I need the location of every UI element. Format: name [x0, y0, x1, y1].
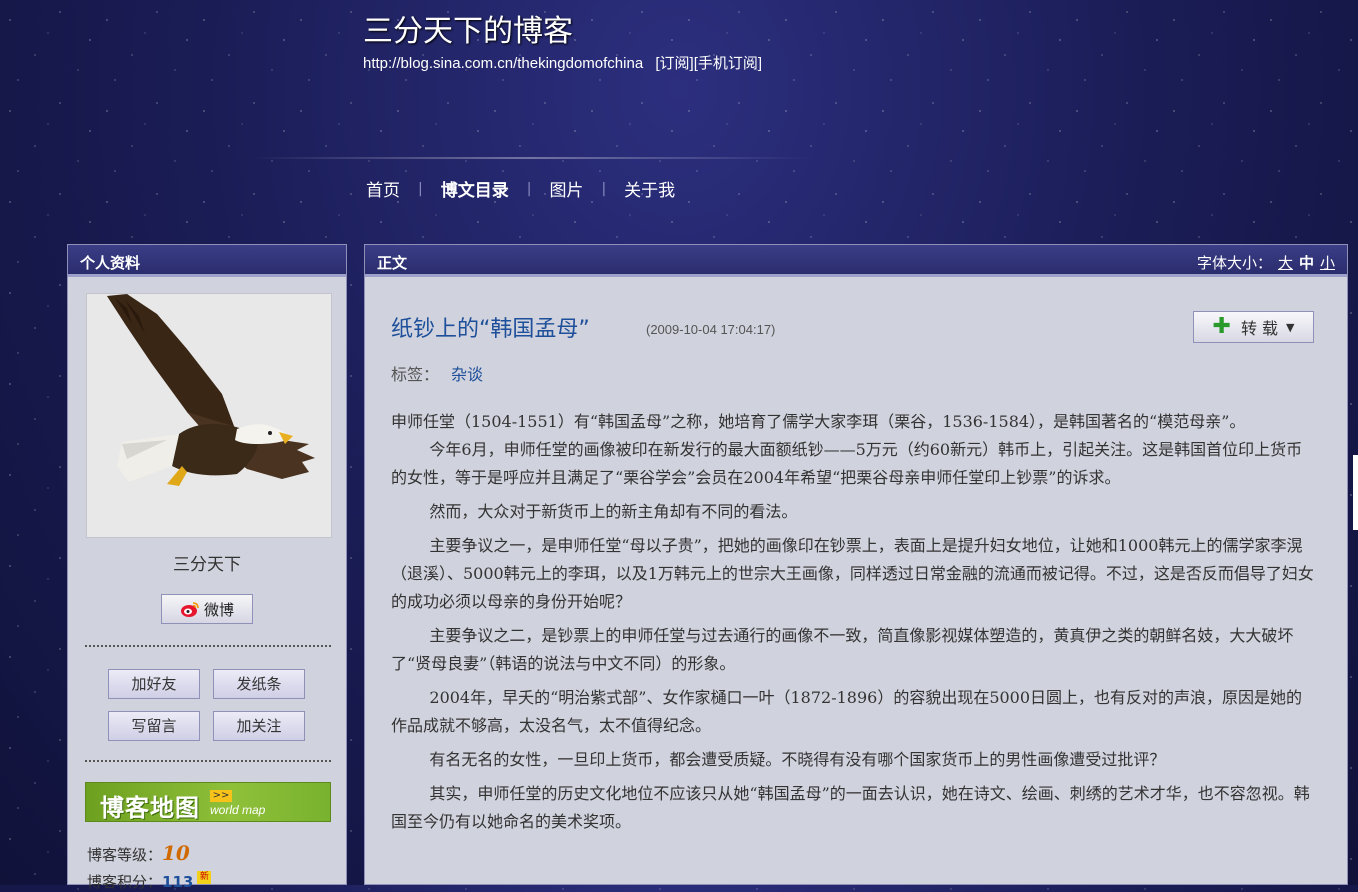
font-size-control: 字体大小： 大中小	[1197, 245, 1335, 281]
nav-item-photos[interactable]: 图片	[549, 176, 583, 201]
blog-url-line: http://blog.sina.com.cn/thekingdomofchin…	[363, 52, 762, 73]
blog-points-value: 113	[162, 873, 194, 891]
tags-label: 标签：	[391, 365, 440, 384]
nav-separator: |	[418, 180, 423, 197]
blog-map-arrow-icon: >>	[210, 790, 232, 802]
paragraph: 主要争议之一，是申师任堂“母以子贵”，把她的画像印在钞票上，表面上是提升妇女地位…	[391, 536, 1314, 611]
font-size-small[interactable]: 小	[1320, 254, 1335, 272]
article-date: (2009-10-04 17:04:17)	[646, 322, 776, 337]
nav-item-about-me[interactable]: 关于我	[624, 176, 675, 201]
tag-link[interactable]: 杂谈	[451, 365, 483, 384]
blog-level: 博客等级：10	[87, 841, 190, 865]
blog-level-label: 博客等级：	[87, 846, 163, 864]
plus-icon: ✚	[1212, 314, 1231, 339]
article-panel-title: 正文	[377, 254, 408, 272]
subscribe-link[interactable]: [订阅]	[655, 55, 693, 72]
repost-label: 转 载	[1240, 319, 1279, 338]
blog-map-subtitle: world map	[210, 803, 266, 817]
paragraph: 主要争议之二，是钞票上的申师任堂与过去通行的画像不一致，简直像影视媒体塑造的，黄…	[391, 626, 1294, 673]
article-panel-header: 正文 字体大小： 大中小	[365, 245, 1347, 277]
paragraph: 2004年，早夭的“明治紫式部”、女作家樋口一叶（1872-1896）的容貌出现…	[391, 688, 1303, 735]
blog-map-title: 博客地图	[100, 794, 200, 822]
weibo-button[interactable]: 微博	[161, 594, 253, 624]
follow-button[interactable]: 加关注	[213, 711, 305, 741]
nav-item-article-list[interactable]: 博文目录	[441, 176, 509, 201]
divider	[85, 645, 331, 647]
nav-separator: |	[601, 180, 607, 197]
page-scroll-marker[interactable]	[1353, 455, 1358, 530]
article-title: 纸钞上的“韩国孟母”	[391, 317, 590, 342]
weibo-icon	[180, 602, 199, 617]
weibo-label: 微博	[203, 600, 234, 619]
blog-points-label: 博客积分：	[87, 873, 163, 891]
paragraph: 有名无名的女性，一旦印上货币，都会遭受质疑。不晓得有没有哪个国家货币上的男性画像…	[429, 750, 1166, 769]
blog-level-value: 10	[162, 841, 190, 865]
blog-url-link[interactable]: http://blog.sina.com.cn/thekingdomofchin…	[363, 55, 643, 72]
avatar[interactable]	[86, 293, 332, 538]
blog-map-banner[interactable]: 博客地图 >> world map	[85, 782, 331, 822]
nav-divider-glow	[250, 157, 810, 159]
paragraph: 申师任堂（1504-1551）有“韩国孟母”之称，她培育了儒学大家李珥（栗谷，1…	[391, 412, 1246, 431]
font-size-label: 字体大小：	[1196, 254, 1272, 272]
blog-points: 博客积分：113 新	[87, 871, 212, 892]
paragraph: 其实，申师任堂的历史文化地位不应该只从她“韩国孟母”的一面去认识，她在诗文、绘画…	[391, 784, 1310, 831]
repost-button[interactable]: ✚ 转 载 ▼	[1193, 311, 1314, 343]
font-size-large[interactable]: 大	[1278, 254, 1293, 272]
nav-separator: |	[526, 180, 532, 197]
eagle-image	[87, 294, 331, 537]
profile-panel-title: 个人资料	[68, 245, 346, 277]
add-friend-button[interactable]: 加好友	[108, 669, 200, 699]
nav-item-home[interactable]: 首页	[366, 176, 400, 201]
main-nav: 首页 | 博文目录 | 图片 | 关于我	[366, 176, 675, 202]
article-panel: 正文 字体大小： 大中小 纸钞上的“韩国孟母” (2009-10-04 17:04…	[364, 244, 1348, 885]
send-note-button[interactable]: 发纸条	[213, 669, 305, 699]
new-badge-icon: 新	[197, 871, 212, 884]
divider	[85, 760, 331, 762]
profile-name[interactable]: 三分天下	[68, 550, 346, 575]
profile-panel: 个人资料 三分天下 微博 加好友 发纸条 写留言 加关注 博客地图 >> wor…	[67, 244, 347, 891]
paragraph: 今年6月，申师任堂的画像被印在新发行的最大面额纸钞——5万元（约60新元）韩币上…	[391, 440, 1303, 487]
caret-down-icon: ▼	[1286, 320, 1295, 334]
mobile-subscribe-link[interactable]: [手机订阅]	[694, 55, 762, 72]
leave-message-button[interactable]: 写留言	[108, 711, 200, 741]
paragraph: 然而，大众对于新货币上的新主角却有不同的看法。	[429, 502, 798, 521]
font-size-medium[interactable]: 中	[1299, 254, 1314, 272]
blog-title[interactable]: 三分天下的博客	[363, 6, 573, 50]
tags-row: 标签： 杂谈	[391, 361, 483, 385]
article-body: 申师任堂（1504-1551）有“韩国孟母”之称，她培育了儒学大家李珥（栗谷，1…	[391, 408, 1317, 842]
blog-header: 三分天下的博客 http://blog.sina.com.cn/thekingd…	[0, 0, 1358, 245]
